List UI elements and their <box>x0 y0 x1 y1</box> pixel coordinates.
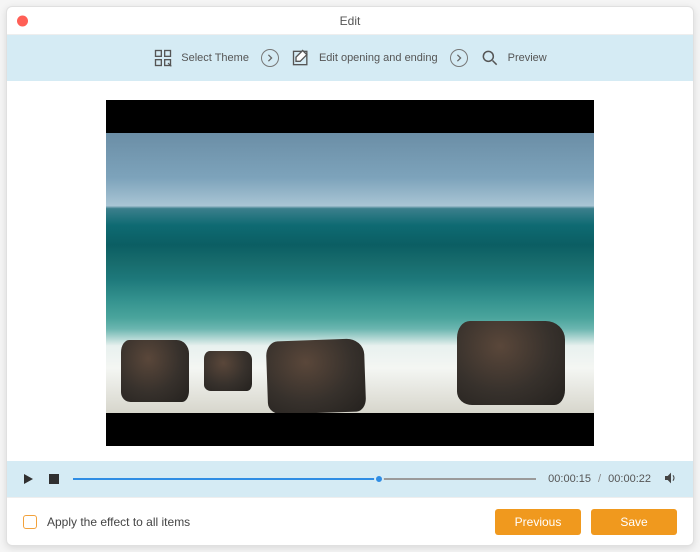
select-theme-label: Select Theme <box>181 52 249 64</box>
letterbox-bottom <box>106 413 594 446</box>
magnifier-icon <box>480 48 500 68</box>
progress-fill <box>73 478 379 480</box>
letterbox-top <box>106 100 594 133</box>
scene-rock <box>204 351 253 390</box>
volume-button[interactable] <box>663 470 679 489</box>
edit-opening-label: Edit opening and ending <box>319 52 438 64</box>
apply-all-checkbox[interactable] <box>23 515 37 529</box>
close-button[interactable] <box>17 15 28 26</box>
step-separator-1 <box>261 49 279 67</box>
select-theme-step[interactable]: Select Theme <box>153 48 249 68</box>
scene-rock <box>457 321 564 405</box>
play-button[interactable] <box>21 472 35 486</box>
window-title: Edit <box>7 14 693 28</box>
save-button[interactable]: Save <box>591 509 677 535</box>
preview-step[interactable]: Preview <box>480 48 547 68</box>
titlebar: Edit <box>7 7 693 35</box>
chevron-right-icon <box>455 54 463 62</box>
volume-icon <box>663 470 679 486</box>
window-controls <box>17 15 28 26</box>
theme-grid-icon <box>153 48 173 68</box>
video-area <box>7 81 693 461</box>
previous-button[interactable]: Previous <box>495 509 581 535</box>
progress-thumb[interactable] <box>374 474 384 484</box>
playback-controls: 00:00:15 / 00:00:22 <box>7 461 693 497</box>
time-total: 00:00:22 <box>608 473 651 485</box>
progress-bar[interactable] <box>73 470 536 488</box>
chevron-right-icon <box>266 54 274 62</box>
edit-square-icon <box>291 48 311 68</box>
time-current: 00:00:15 <box>548 473 591 485</box>
progress-track <box>73 478 536 480</box>
footer: Apply the effect to all items Previous S… <box>7 497 693 545</box>
step-toolbar: Select Theme Edit opening and ending P <box>7 35 693 81</box>
edit-opening-ending-step[interactable]: Edit opening and ending <box>291 48 438 68</box>
time-display: 00:00:15 / 00:00:22 <box>548 473 651 485</box>
stop-icon <box>49 474 59 484</box>
video-content <box>106 133 594 413</box>
scene-rock <box>266 339 366 413</box>
preview-label: Preview <box>508 52 547 64</box>
stop-button[interactable] <box>47 472 61 486</box>
apply-all-label: Apply the effect to all items <box>47 515 190 529</box>
edit-window: Edit Select Theme Edit opening and endin… <box>6 6 694 546</box>
video-frame[interactable] <box>106 100 594 446</box>
time-separator: / <box>598 473 601 485</box>
scene-rock <box>121 340 189 402</box>
play-icon <box>22 473 34 485</box>
step-separator-2 <box>450 49 468 67</box>
